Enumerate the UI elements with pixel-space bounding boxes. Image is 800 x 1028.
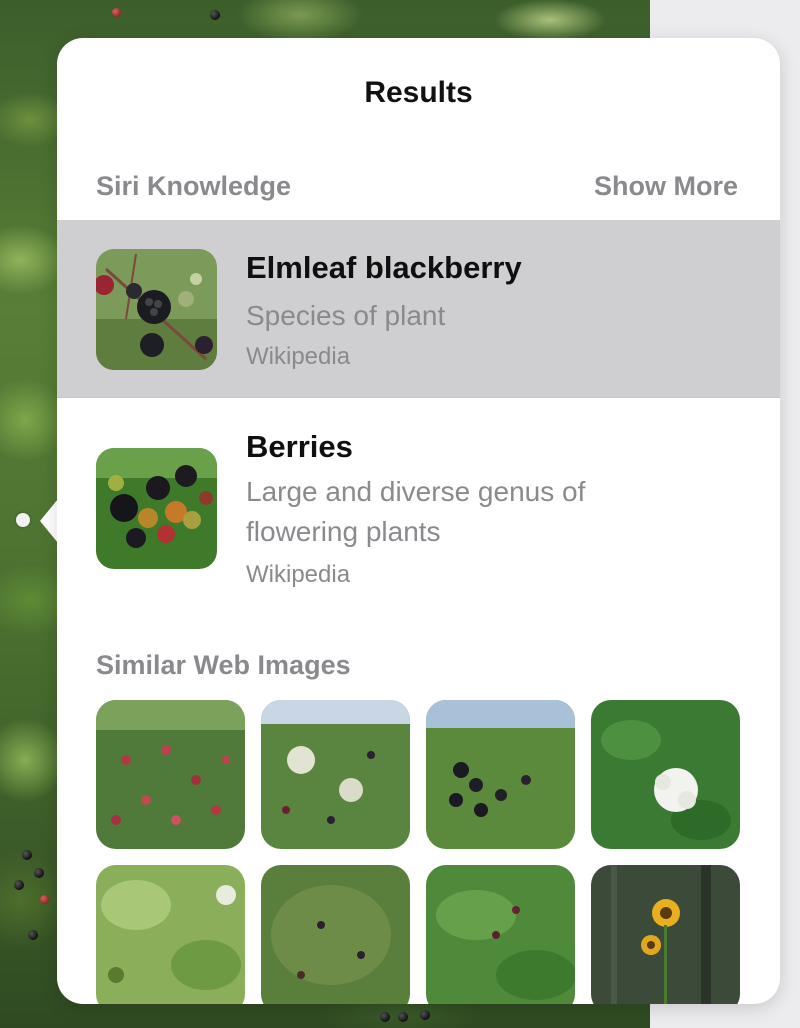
result-source: Wikipedia	[246, 343, 351, 370]
result-row-berries[interactable]: Berries Large and diverse genus of flowe…	[57, 399, 780, 588]
background-berry	[28, 930, 38, 940]
background-berry	[112, 8, 121, 17]
result-row-elmleaf-blackberry[interactable]: Elmleaf blackberry Species of plant Wiki…	[57, 220, 780, 398]
popover-pointer	[40, 499, 58, 543]
similar-web-images-heading: Similar Web Images	[96, 650, 351, 680]
background-berry	[210, 10, 220, 20]
row-divider	[57, 397, 780, 398]
similar-image-tile[interactable]	[261, 865, 410, 1004]
background-berry	[380, 1012, 390, 1022]
result-subtitle: Large and diverse genus of flowering pla…	[246, 476, 586, 547]
similar-image-tile[interactable]	[591, 700, 740, 849]
visual-lookup-anchor-dot[interactable]	[16, 513, 30, 527]
result-thumbnail	[96, 249, 217, 370]
similar-image-tile[interactable]	[96, 700, 245, 849]
similar-image-tile[interactable]	[426, 700, 575, 849]
similar-image-tile[interactable]	[591, 865, 740, 1004]
similar-image-tile[interactable]	[96, 865, 245, 1004]
result-title: Berries	[246, 429, 353, 464]
background-berry	[34, 868, 44, 878]
background-berry	[420, 1010, 430, 1020]
background-berry	[398, 1012, 408, 1022]
result-subtitle: Species of plant	[246, 300, 446, 331]
siri-knowledge-heading: Siri Knowledge	[96, 171, 292, 201]
similar-image-tile[interactable]	[261, 700, 410, 849]
show-more-button[interactable]: Show More	[594, 171, 738, 202]
panel-title: Results	[364, 76, 473, 109]
similar-image-tile[interactable]	[426, 865, 575, 1004]
result-title: Elmleaf blackberry	[246, 250, 522, 285]
background-berry	[40, 895, 49, 904]
result-source: Wikipedia	[246, 561, 351, 588]
background-berry	[14, 880, 24, 890]
results-popover: Results Siri Knowledge Show More Elmleaf…	[57, 38, 780, 1004]
result-thumbnail	[96, 448, 217, 569]
background-berry	[22, 850, 32, 860]
